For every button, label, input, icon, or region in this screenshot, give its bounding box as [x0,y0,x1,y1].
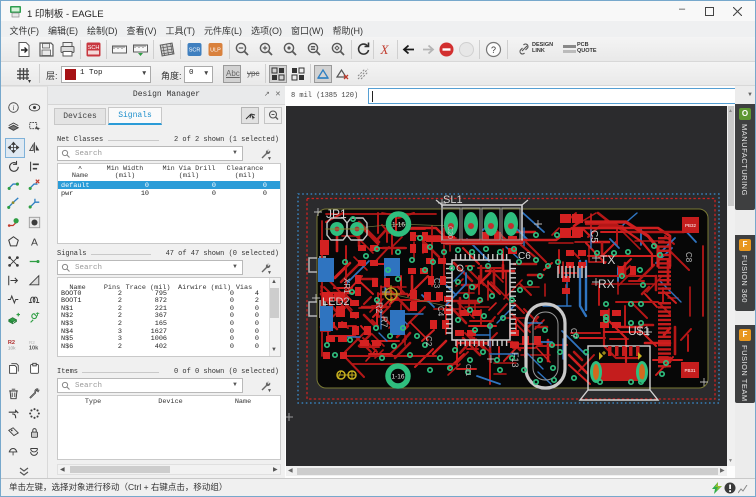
svg-text:10k: 10k [29,346,39,351]
svg-text:C4: C4 [436,306,445,317]
svg-text:RX: RX [598,277,615,291]
svg-text:C8: C8 [684,252,693,263]
svg-text:R2: R2 [8,340,15,346]
svg-text:C11: C11 [464,364,471,376]
svg-text:A: A [31,237,38,248]
svg-text:ULP: ULP [210,48,221,54]
svg-text:1-16: 1-16 [392,222,405,229]
svg-text:SCR: SCR [189,48,201,54]
svg-text:SCH: SCH [88,45,100,51]
svg-text:i: i [13,105,15,112]
svg-text:F13: F13 [510,352,520,368]
svg-text:TX: TX [600,253,615,267]
svg-text:?: ? [491,45,496,55]
svg-text:X: X [380,42,390,57]
svg-text:XR1: XR1 [342,278,351,294]
svg-text:C2: C2 [424,336,433,347]
svg-text:SL1: SL1 [443,194,463,206]
svg-text:C3: C3 [432,278,441,289]
svg-text:1-16: 1-16 [391,374,404,381]
svg-text:U$1: U$1 [628,324,650,338]
svg-text:C20: C20 [446,226,453,239]
svg-text:R7: R7 [379,316,389,328]
svg-text:C6: C6 [518,251,531,262]
svg-text:C5: C5 [588,230,599,243]
svg-text:LED2: LED2 [322,296,350,308]
svg-text:R2: R2 [374,302,384,314]
svg-text:JP1: JP1 [326,207,347,221]
svg-text:10k: 10k [8,346,16,351]
svg-text:PB31: PB31 [684,368,696,373]
svg-text:C7: C7 [569,328,578,339]
svg-text:PB32: PB32 [685,223,697,228]
